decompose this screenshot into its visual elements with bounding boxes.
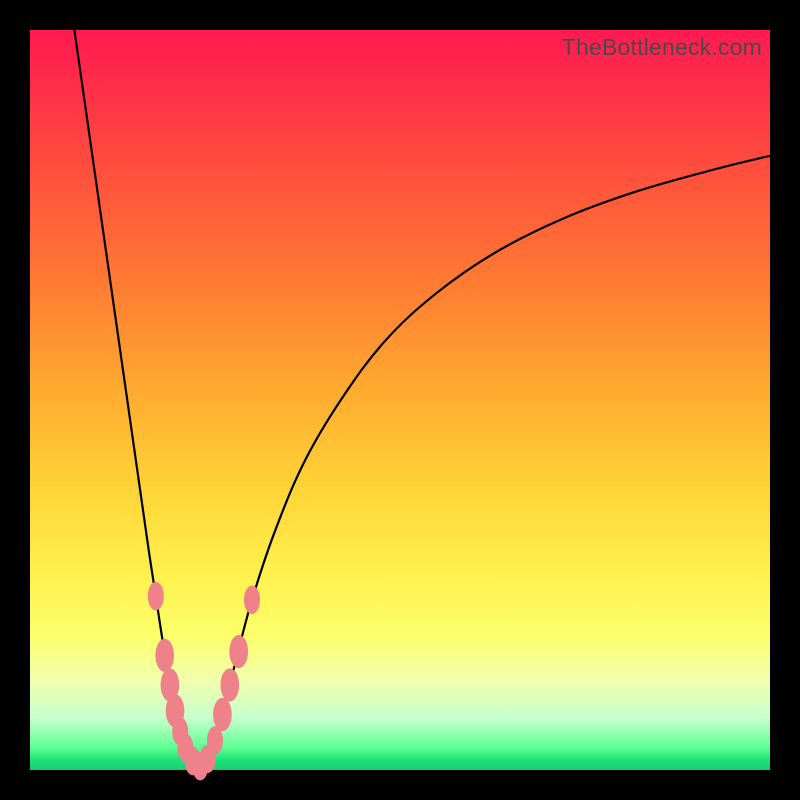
outer-frame: TheBottleneck.com — [0, 0, 800, 800]
bead-marker — [148, 582, 164, 610]
bead-marker — [244, 586, 260, 614]
bead-marker — [220, 668, 239, 701]
plot-area: TheBottleneck.com — [30, 30, 770, 770]
bead-group — [148, 582, 260, 781]
bead-marker — [229, 635, 248, 668]
bead-marker — [213, 698, 232, 731]
left-branch-line — [74, 30, 200, 770]
right-branch-line — [200, 156, 770, 770]
bead-marker — [155, 639, 174, 672]
curve-svg — [30, 30, 770, 770]
